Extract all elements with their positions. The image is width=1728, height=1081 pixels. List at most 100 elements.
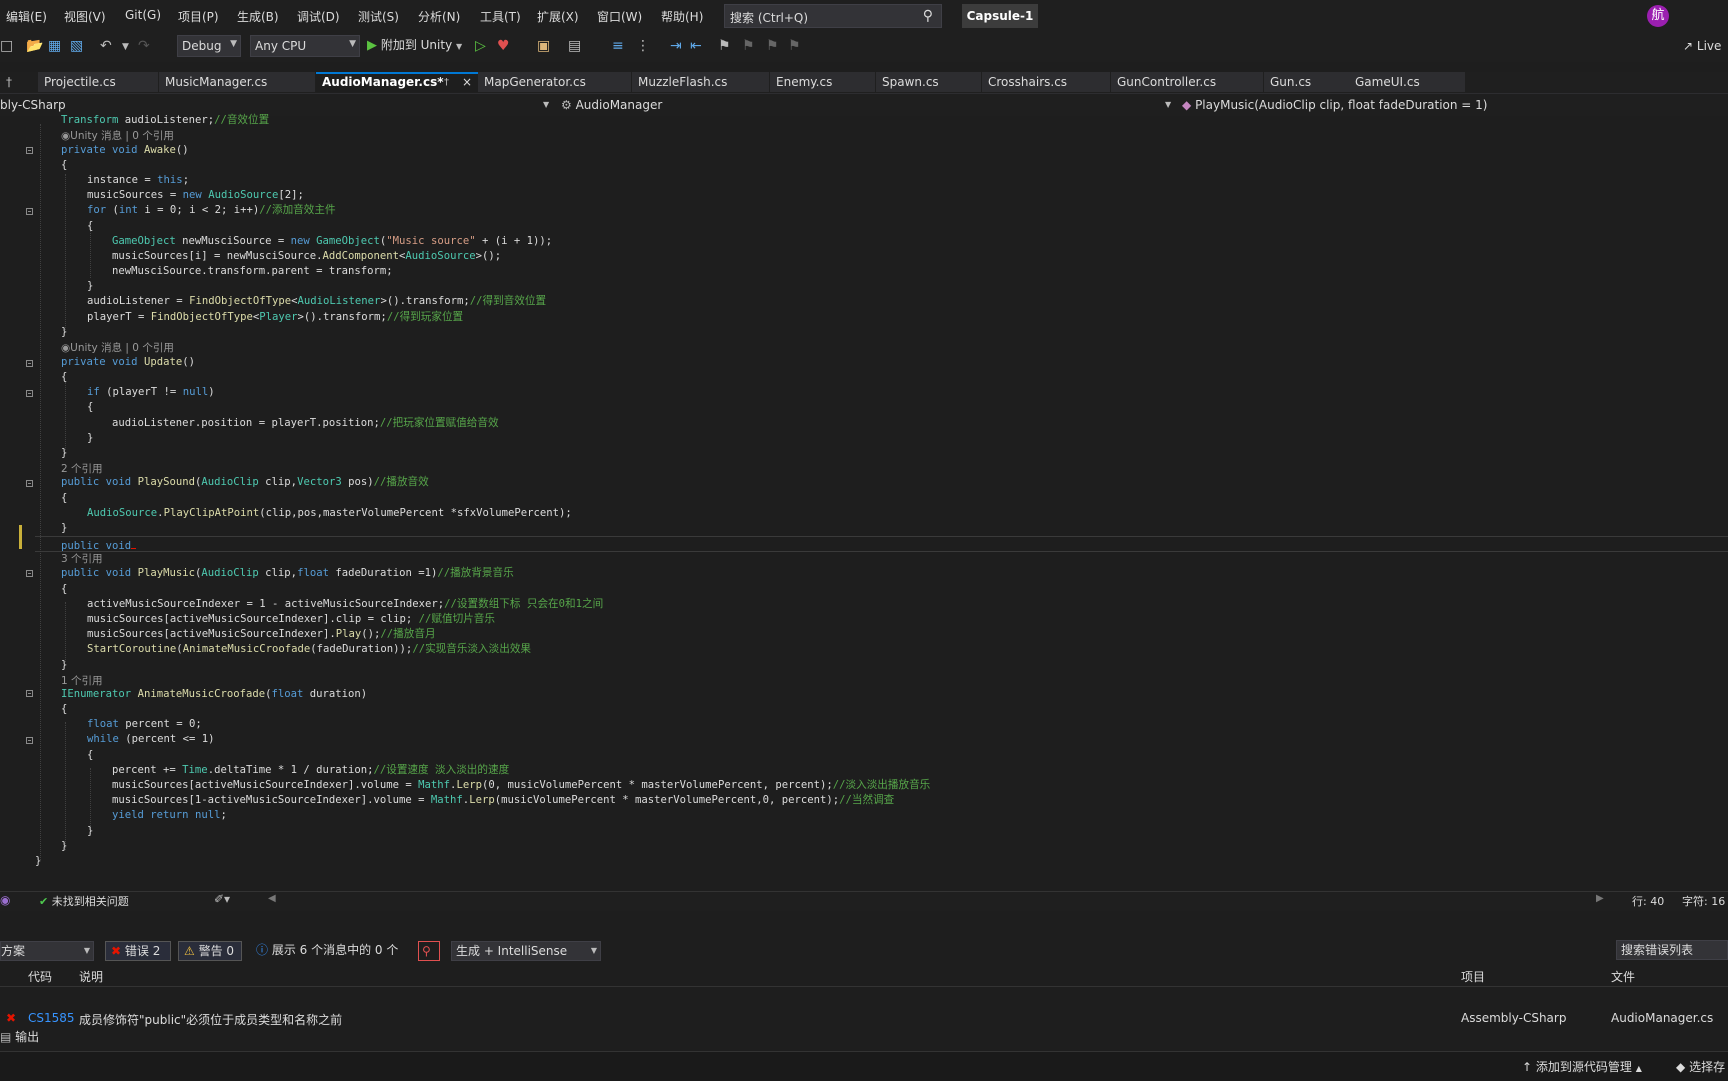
menu-debug[interactable]: 调试(D)	[297, 8, 340, 25]
config-select[interactable]: Debug ▼	[177, 35, 241, 57]
tab-muzzleflash[interactable]: MuzzleFlash.cs	[632, 72, 769, 92]
member-dropdown[interactable]: ◆ PlayMusic(AudioClip clip, float fadeDu…	[1182, 95, 1728, 115]
code-line: private void Awake()	[61, 144, 189, 156]
code-line: {	[61, 159, 68, 171]
repo-button[interactable]: ◆ 选择存	[1676, 1058, 1725, 1075]
tab-guncontroller[interactable]: GunController.cs	[1111, 72, 1263, 92]
tab-spawn[interactable]: Spawn.cs	[876, 72, 981, 92]
tab-projectile[interactable]: Projectile.cs	[38, 72, 158, 92]
fold-toggle[interactable]	[26, 690, 33, 697]
column-header-code[interactable]: 代码	[28, 968, 52, 985]
menu-help[interactable]: 帮助(H)	[661, 8, 703, 25]
code-comment: //得到玩家位置	[386, 311, 464, 323]
tab-gun[interactable]: Gun.cs	[1264, 72, 1354, 92]
codelens-references[interactable]: 2 个引用	[61, 463, 103, 475]
class-dropdown[interactable]: ⚙ AudioManager ▼	[561, 95, 1173, 115]
fold-toggle[interactable]	[26, 208, 33, 215]
error-code[interactable]: CS1585	[28, 1011, 75, 1025]
char-number[interactable]: 字符: 16	[1682, 893, 1725, 909]
open-folder-icon[interactable]: 📂	[26, 38, 43, 54]
close-icon[interactable]: ×	[462, 74, 472, 91]
issues-indicator[interactable]: ✔ 未找到相关问题	[39, 893, 129, 909]
scroll-left-icon[interactable]: ◀	[268, 893, 276, 904]
layout-icon[interactable]: ▤	[568, 38, 581, 54]
tab-crosshairs[interactable]: Crosshairs.cs	[982, 72, 1110, 92]
save-icon[interactable]: ▦	[48, 38, 61, 54]
next-bookmark-icon[interactable]: ⚑	[766, 38, 779, 54]
bookmark-icon[interactable]: ⚑	[718, 38, 731, 54]
menu-test[interactable]: 测试(S)	[358, 8, 399, 25]
avatar[interactable]: 航	[1647, 5, 1669, 27]
messages-filter-button[interactable]: ⓘ 展示 6 个消息中的 0 个	[251, 941, 406, 961]
error-search-input[interactable]: 搜索错误列表	[1616, 940, 1728, 960]
menu-edit[interactable]: 编辑(E)	[6, 8, 47, 25]
menu-tools[interactable]: 工具(T)	[480, 8, 521, 25]
folder-icon[interactable]: ▣	[537, 38, 550, 54]
global-search-input[interactable]: 搜索 (Ctrl+Q) ⚲	[724, 4, 942, 28]
cleanup-icon[interactable]: ✐▾	[214, 892, 230, 906]
pin-icon[interactable]: †	[0, 72, 38, 92]
redo-icon[interactable]: ↷	[138, 38, 150, 54]
clear-bookmarks-icon[interactable]: ⚑	[788, 38, 801, 54]
tab-audiomanager[interactable]: AudioManager.cs* † ×	[316, 72, 478, 92]
menu-git[interactable]: Git(G)	[125, 8, 161, 22]
table-row[interactable]: ✖ CS1585 成员修饰符"public"必须位于成员类型和名称之前 Asse…	[0, 1008, 1728, 1028]
scope-select[interactable]: 方案 ▼	[0, 941, 94, 961]
codelens-references[interactable]: 3 个引用	[61, 553, 103, 565]
warnings-filter-button[interactable]: ⚠ 警告 0	[178, 941, 242, 961]
prev-bookmark-icon[interactable]: ⚑	[742, 38, 755, 54]
code-line: }	[61, 522, 68, 534]
undo-icon[interactable]: ↶	[100, 38, 112, 54]
line-number[interactable]: 行: 40	[1632, 893, 1664, 909]
filter-toggle-button[interactable]: ⚲	[418, 941, 440, 961]
errors-filter-button[interactable]: ✖ 错误 2	[105, 941, 171, 961]
copilot-icon[interactable]: ◉	[0, 893, 10, 907]
build-filter-select[interactable]: 生成 + IntelliSense ▼	[451, 941, 601, 961]
menu-build[interactable]: 生成(B)	[237, 8, 279, 25]
column-header-description[interactable]: 说明	[79, 968, 103, 985]
start-without-debug-icon[interactable]: ▷	[475, 38, 486, 54]
chevron-down-icon: ▼	[230, 39, 237, 49]
fold-toggle[interactable]	[26, 570, 33, 577]
menu-project[interactable]: 项目(P)	[178, 8, 219, 25]
liveshare-button[interactable]: ↗ Live	[1683, 39, 1721, 53]
code-comment: //把玩家位置赋值给音效	[379, 417, 499, 429]
scroll-right-icon[interactable]: ▶	[1596, 893, 1604, 904]
output-tab[interactable]: ▤ 输出	[0, 1028, 39, 1047]
fold-toggle[interactable]	[26, 147, 33, 154]
fold-toggle[interactable]	[26, 480, 33, 487]
project-dropdown[interactable]: bly-CSharp ▼	[0, 95, 552, 115]
tab-enemy[interactable]: Enemy.cs	[770, 72, 875, 92]
menu-window[interactable]: 窗口(W)	[597, 8, 642, 25]
platform-select[interactable]: Any CPU ▼	[250, 35, 360, 57]
outdent-icon[interactable]: ⇤	[690, 38, 702, 54]
codelens-unity[interactable]: ◉Unity 消息 | 0 个引用	[61, 130, 174, 142]
code-line: musicSources[activeMusicSourceIndexer].v…	[112, 779, 931, 791]
undo-dropdown-icon[interactable]: ▼	[122, 42, 129, 52]
code-line: }	[87, 280, 94, 292]
tab-gameui[interactable]: GameUI.cs	[1349, 72, 1465, 92]
menu-view[interactable]: 视图(V)	[64, 8, 106, 25]
source-control-button[interactable]: ↑ 添加到源代码管理 ▲	[1522, 1058, 1642, 1075]
step-icon[interactable]: ≡	[612, 38, 624, 54]
codelens-unity[interactable]: ◉Unity 消息 | 0 个引用	[61, 342, 174, 354]
format-icon[interactable]: ⋮	[636, 38, 650, 54]
codelens-references[interactable]: 1 个引用	[61, 675, 103, 687]
fold-toggle[interactable]	[26, 737, 33, 744]
column-header-project[interactable]: 项目	[1461, 968, 1485, 985]
tab-musicmanager[interactable]: MusicManager.cs	[159, 72, 315, 92]
menu-analyze[interactable]: 分析(N)	[418, 8, 460, 25]
new-item-icon[interactable]: □	[0, 38, 13, 54]
pin-icon[interactable]: †	[444, 74, 449, 91]
save-all-icon[interactable]: ▧	[70, 38, 83, 54]
solution-name[interactable]: Capsule-1	[962, 4, 1038, 28]
fold-toggle[interactable]	[26, 390, 33, 397]
tab-mapgenerator[interactable]: MapGenerator.cs	[478, 72, 631, 92]
chevron-down-icon: ▼	[543, 100, 550, 109]
fold-toggle[interactable]	[26, 360, 33, 367]
indent-icon[interactable]: ⇥	[670, 38, 682, 54]
hot-reload-icon[interactable]: ♥	[497, 38, 510, 54]
attach-unity-button[interactable]: ▶ 附加到 Unity ▼	[367, 36, 462, 53]
column-header-file[interactable]: 文件	[1611, 968, 1635, 985]
menu-extensions[interactable]: 扩展(X)	[537, 8, 579, 25]
